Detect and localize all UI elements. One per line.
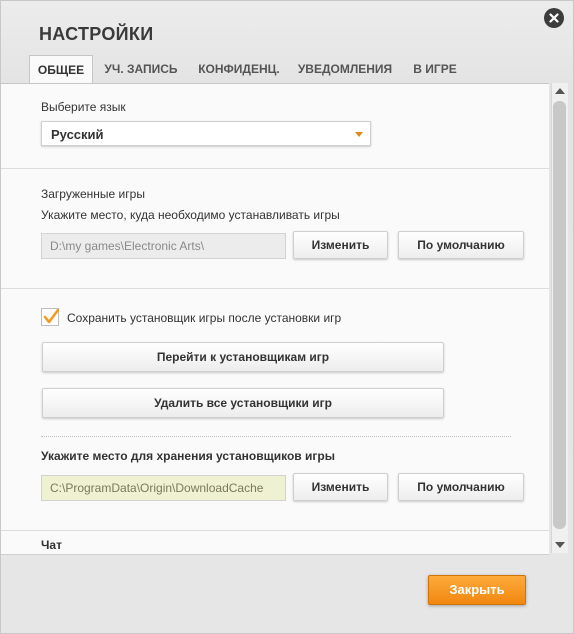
window-title: НАСТРОЙКИ: [39, 24, 154, 44]
section-divider: [1, 168, 549, 169]
close-button[interactable]: Закрыть: [428, 575, 526, 605]
dotted-divider: [41, 436, 511, 437]
games-path-default-button[interactable]: По умолчанию: [398, 231, 524, 259]
keep-installer-checkbox[interactable]: [41, 308, 59, 326]
downloaded-games-heading: Загруженные игры: [41, 187, 145, 201]
installer-path-change-button[interactable]: Изменить: [293, 473, 388, 501]
chevron-down-icon: [355, 132, 363, 137]
tab-privacy[interactable]: КОНФИДЕНЦ.: [193, 55, 285, 83]
section-divider: [1, 288, 549, 289]
panel-scrollbar[interactable]: [551, 83, 568, 553]
tab-general[interactable]: ОБЩЕЕ: [29, 55, 93, 85]
goto-installers-button[interactable]: Перейти к установщикам игр: [42, 342, 444, 372]
tab-notifications[interactable]: УВЕДОМЛЕНИЯ: [295, 55, 395, 83]
scroll-up-icon[interactable]: [555, 88, 565, 94]
tab-in-game[interactable]: В ИГРЕ: [405, 55, 465, 83]
installer-path-default-button[interactable]: По умолчанию: [398, 473, 524, 501]
checkmark-icon: [43, 309, 59, 324]
language-selected-value: Русский: [51, 127, 104, 142]
games-path-field[interactable]: D:\my games\Electronic Arts\: [41, 233, 286, 259]
window-close-button[interactable]: [544, 8, 564, 28]
language-label: Выберите язык: [41, 100, 126, 114]
settings-panel: Выберите язык Русский Загруженные игры У…: [1, 83, 549, 555]
games-path-change-button[interactable]: Изменить: [293, 231, 388, 259]
keep-installer-label: Сохранить установщик игры после установк…: [67, 311, 342, 325]
installer-path-field[interactable]: C:\ProgramData\Origin\DownloadCache: [41, 475, 286, 501]
scrollbar-thumb[interactable]: [553, 101, 566, 529]
scroll-down-icon[interactable]: [555, 542, 565, 548]
installer-location-heading: Укажите место для хранения установщиков …: [41, 449, 335, 463]
settings-window: НАСТРОЙКИ ОБЩЕЕ УЧ. ЗАПИСЬ КОНФИДЕНЦ. УВ…: [0, 0, 574, 634]
language-select[interactable]: Русский: [41, 121, 371, 146]
downloaded-games-description: Укажите место, куда необходимо устанавли…: [41, 208, 340, 222]
close-icon: [549, 13, 559, 23]
tab-account[interactable]: УЧ. ЗАПИСЬ: [99, 55, 183, 83]
delete-installers-button[interactable]: Удалить все установщики игр: [42, 388, 444, 418]
chat-heading: Чат: [41, 538, 62, 552]
section-divider: [1, 530, 549, 531]
